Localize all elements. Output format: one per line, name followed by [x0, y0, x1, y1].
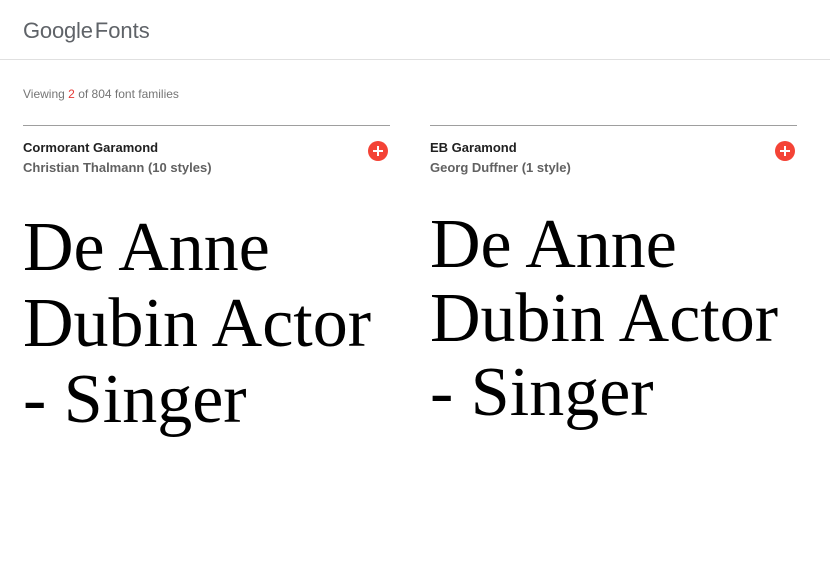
results-suffix: of 804 font families [78, 87, 179, 101]
font-family-name[interactable]: EB Garamond [430, 140, 517, 156]
font-designer-styles: Georg Duffner (1 style) [430, 160, 571, 175]
font-preview-text: De Anne Dubin Actor - Singer [430, 206, 779, 431]
results-count: 2 [68, 87, 75, 101]
plus-circle-icon [780, 146, 790, 156]
font-card-eb-garamond[interactable]: EB Garamond Georg Duffner (1 style) De A… [430, 125, 797, 546]
font-card-cormorant-garamond[interactable]: Cormorant Garamond Christian Thalmann (1… [23, 125, 390, 546]
google-fonts-logo[interactable]: GoogleFonts [23, 16, 150, 46]
logo-google-text: Google [23, 18, 93, 43]
font-family-name[interactable]: Cormorant Garamond [23, 140, 158, 156]
logo-fonts-text: Fonts [94, 18, 150, 43]
results-prefix: Viewing [23, 87, 65, 101]
plus-circle-icon [373, 146, 383, 156]
add-font-button[interactable] [775, 141, 795, 161]
add-font-button[interactable] [368, 141, 388, 161]
top-bar: GoogleFonts [0, 0, 830, 60]
font-designer-styles: Christian Thalmann (10 styles) [23, 160, 212, 175]
font-preview-text: De Anne Dubin Actor - Singer [23, 209, 372, 438]
results-summary: Viewing 2 of 804 font families [23, 86, 179, 102]
